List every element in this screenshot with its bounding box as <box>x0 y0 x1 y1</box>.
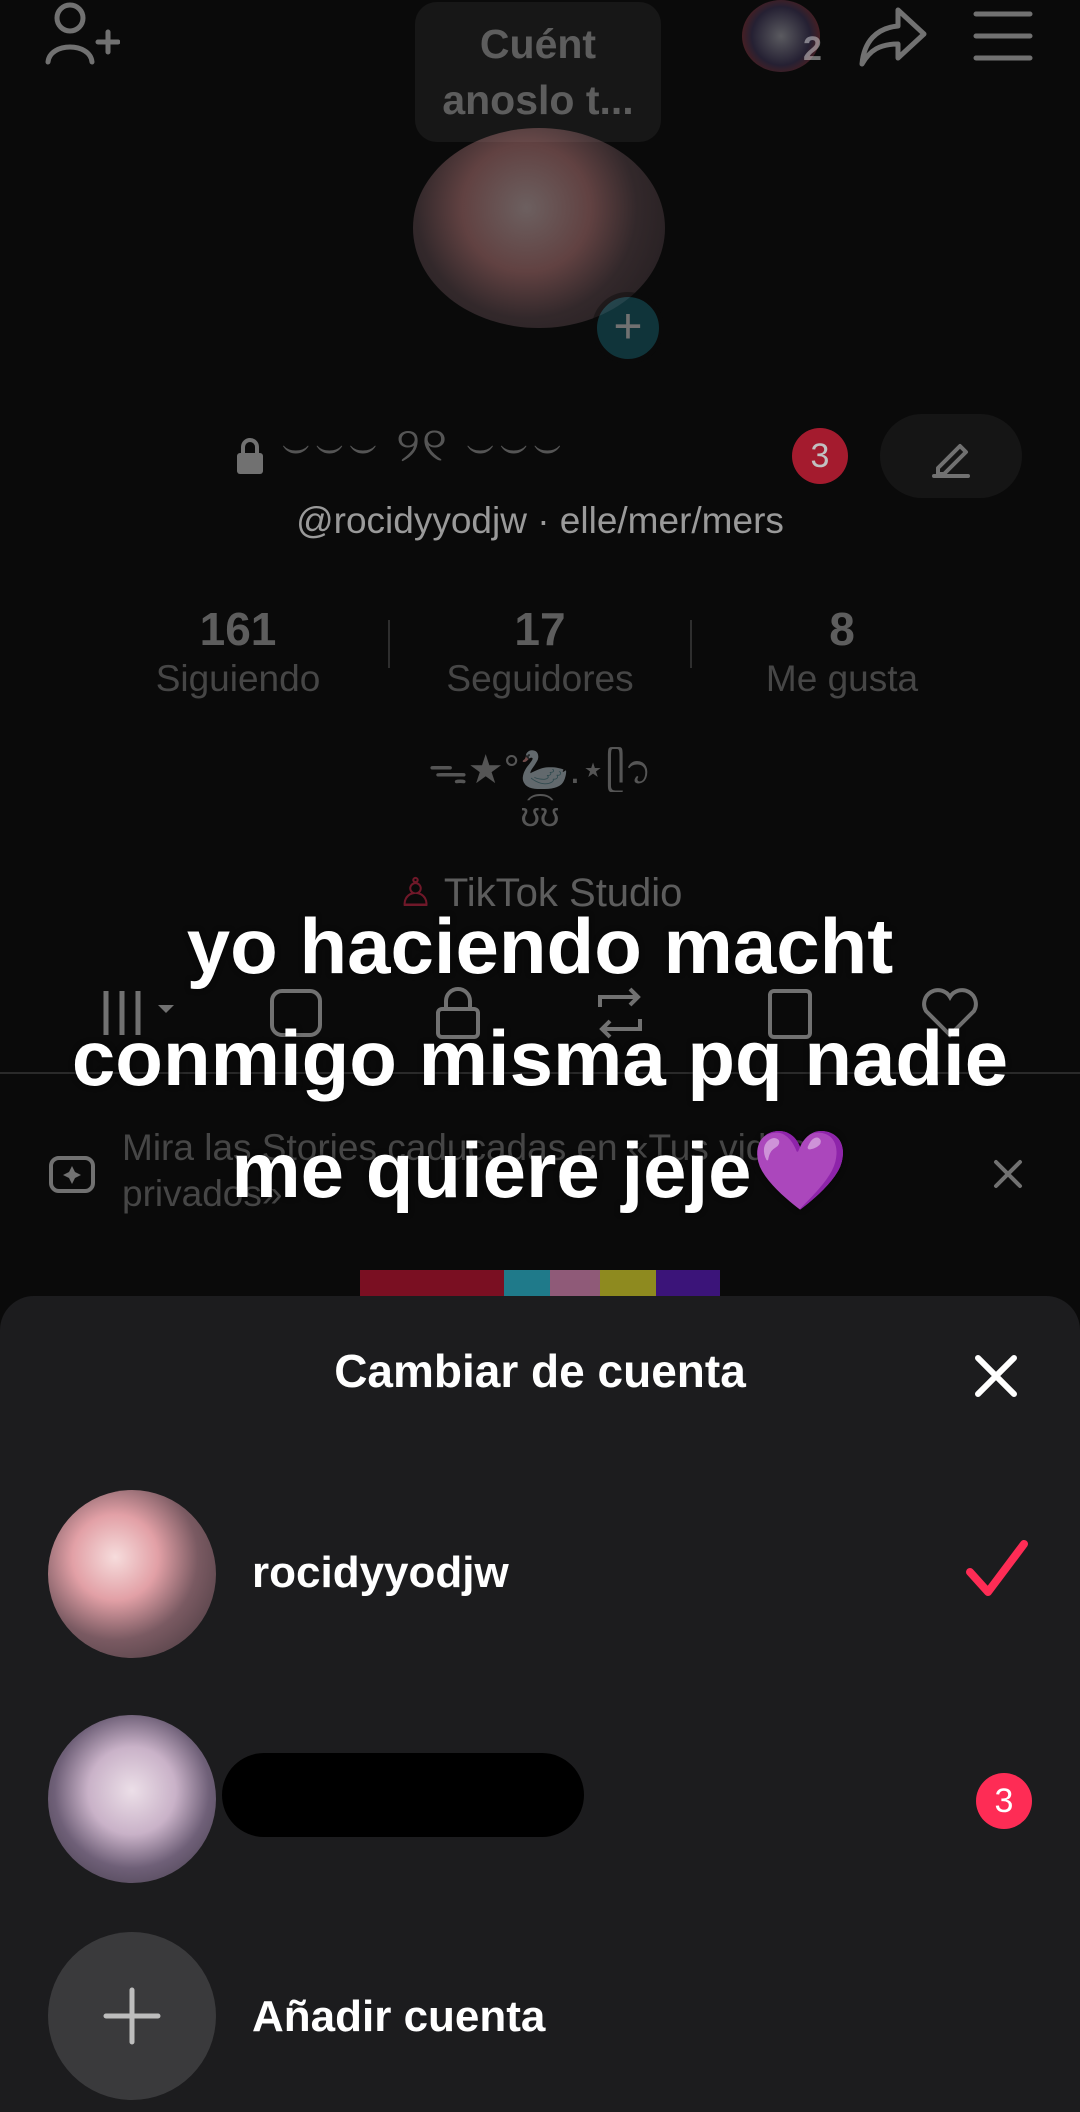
thumbnail-strip <box>656 1270 720 1296</box>
account-row[interactable]: 3 <box>0 1715 1080 1883</box>
following-count: 161 <box>199 603 277 655</box>
username-pronouns: @rocidyyodjw · elle/mer/mers <box>296 500 784 541</box>
followers-stat[interactable]: 17 Seguidores <box>390 602 690 700</box>
caption-line-2: conmigo misma pq nadie <box>71 1014 1009 1102</box>
sheet-title: Cambiar de cuenta <box>334 1345 746 1397</box>
following-label: Siguiendo <box>155 658 321 699</box>
redacted-name <box>222 1753 584 1837</box>
following-stat[interactable]: 161 Siguiendo <box>88 602 388 700</box>
account-name: rocidyyodjw <box>252 1548 509 1597</box>
followers-label: Seguidores <box>446 658 634 699</box>
lock-icon <box>234 436 266 476</box>
likes-count: 8 <box>829 603 855 655</box>
likes-label: Me gusta <box>765 658 919 699</box>
thumbnail-strip <box>550 1270 600 1296</box>
notification-badge: 3 <box>792 428 848 484</box>
likes-stat[interactable]: 8 Me gusta <box>692 602 992 700</box>
add-friend-icon[interactable] <box>40 0 120 72</box>
account-notification-badge: 3 <box>976 1773 1032 1829</box>
edit-profile-button[interactable] <box>880 414 1022 498</box>
add-account-button[interactable] <box>48 1932 216 2100</box>
caption-line-1: yo haciendo macht <box>186 902 894 990</box>
bio-line-2: ʊ͡ʊ <box>520 796 560 834</box>
video-caption: yo haciendo macht conmigo misma pq nadie… <box>0 890 1080 1226</box>
add-account-label[interactable]: Añadir cuenta <box>252 1992 545 2042</box>
account-count-badge: 2 <box>803 30 822 68</box>
caption-line-3: me quiere jeje💜 <box>231 1126 849 1214</box>
account-avatar <box>48 1490 216 1658</box>
account-avatar <box>48 1715 216 1883</box>
followers-count: 17 <box>514 603 566 655</box>
add-story-icon[interactable]: + <box>592 292 664 364</box>
prompt-bubble[interactable]: Cuént anoslo t... <box>415 2 661 142</box>
thumbnail-strip <box>504 1270 550 1296</box>
share-icon[interactable] <box>858 4 930 70</box>
menu-icon[interactable] <box>972 8 1034 64</box>
close-icon[interactable] <box>966 1346 1026 1406</box>
selected-check-icon <box>964 1536 1030 1607</box>
thumbnail-strip <box>600 1270 656 1296</box>
account-row[interactable]: rocidyyodjw <box>0 1490 1080 1658</box>
thumbnail-strip <box>360 1270 504 1296</box>
